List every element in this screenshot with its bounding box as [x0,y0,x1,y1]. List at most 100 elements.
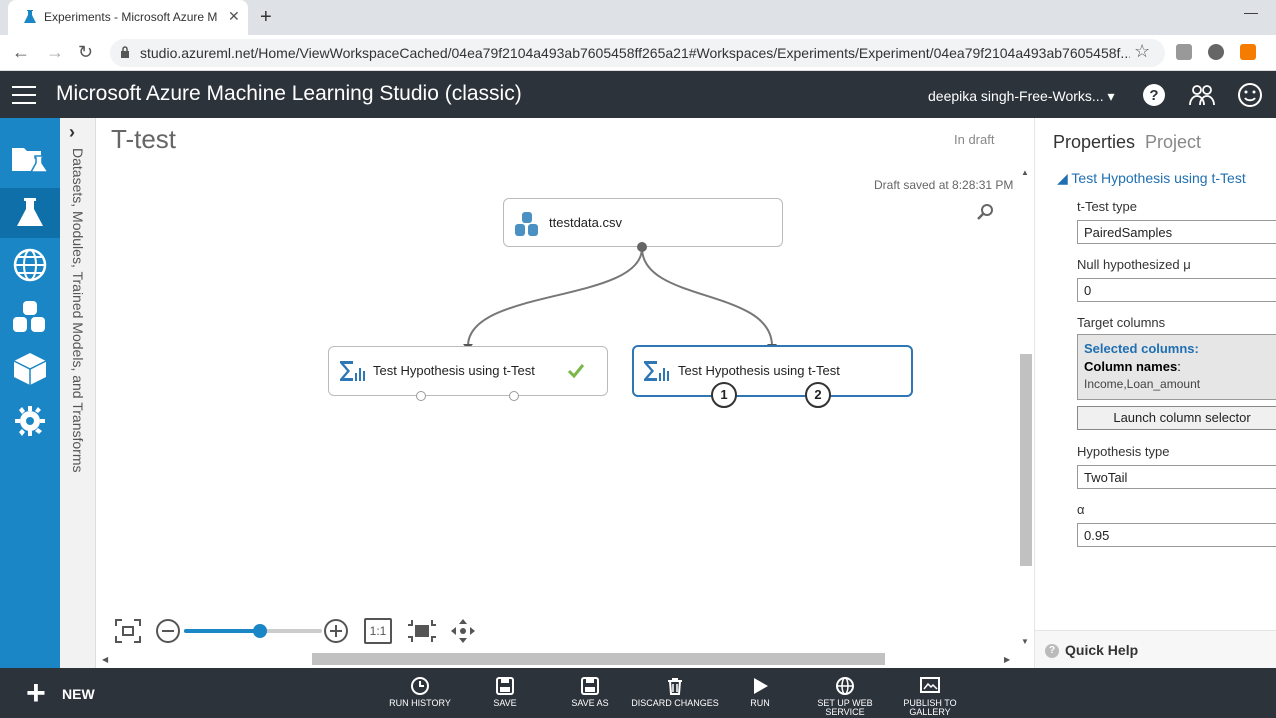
command-label: DISCARD CHANGES [631,698,719,708]
zoom-slider-thumb[interactable] [252,624,267,638]
url-text: studio.azureml.net/Home/ViewWorkspaceCac… [140,45,1130,61]
launch-column-selector-button[interactable]: Launch column selector [1077,406,1276,430]
workspace-selector[interactable]: deepika singh-Free-Works... ▾ [928,88,1115,105]
save-button[interactable]: SAVE [460,676,550,718]
scroll-left-arrow[interactable]: ◀ [102,655,108,664]
command-label: SET UP WEB SERVICE [817,698,873,717]
new-button[interactable]: + NEW [26,676,116,710]
output-port[interactable] [416,391,426,401]
gear-icon [15,406,45,436]
statistics-sigma-icon [340,361,365,381]
zoom-in-icon[interactable] [322,618,350,644]
svg-text:?: ? [1149,87,1158,104]
extension-icon[interactable] [1240,44,1256,60]
quick-help-bar[interactable]: ? Quick Help [1035,630,1276,668]
community-icon[interactable] [1188,81,1216,109]
column-names-value: Income,Loan_amount [1084,377,1201,391]
forward-arrow-icon[interactable]: → [46,42,64,63]
run-button[interactable]: RUN [715,676,805,718]
ttest-module-selected[interactable]: Test Hypothesis using t-Test [632,345,913,397]
section-header[interactable]: ◢ Test Hypothesis using t-Test [1057,170,1246,187]
experiment-canvas[interactable]: T-test In draft Draft saved at 8:28:31 P… [96,118,1034,668]
url-field[interactable]: studio.azureml.net/Home/ViewWorkspaceCac… [110,39,1165,67]
actual-size-button[interactable]: 1:1 [364,618,392,644]
hypothesis-type-select[interactable]: TwoTail [1077,465,1276,489]
alpha-label: α [1077,502,1085,517]
zoom-out-icon[interactable] [154,618,182,644]
chevron-right-icon[interactable]: › [69,122,75,143]
fit-to-screen-icon[interactable] [114,618,142,644]
set-up-web-service-button[interactable]: SET UP WEB SERVICE [800,676,890,718]
discard-changes-button[interactable]: DISCARD CHANGES [630,676,720,718]
module-label: Test Hypothesis using t-Test [678,363,840,378]
extension-icon[interactable] [1176,44,1192,60]
lock-icon [121,46,129,58]
bookmark-star-icon[interactable]: ☆ [1134,41,1150,62]
close-icon[interactable]: ✕ [228,8,240,25]
help-circle-icon: ? [1045,644,1059,658]
command-label: PUBLISH TO GALLERY [903,698,957,717]
back-arrow-icon[interactable]: ← [12,42,30,63]
target-columns-label: Target columns [1077,315,1166,330]
address-bar: ← → ↻ studio.azureml.net/Home/ViewWorksp… [0,35,1276,71]
section-title: Test Hypothesis using t-Test [1071,170,1246,186]
publish-to-gallery-button[interactable]: PUBLISH TO GALLERY [885,676,975,718]
menu-icon[interactable] [12,86,36,104]
nav-settings[interactable] [0,396,60,446]
selected-columns-box: Selected columns: Column names: Income,L… [1077,334,1276,400]
statistics-sigma-icon [644,361,669,381]
ttest-type-select[interactable]: PairedSamples [1077,220,1276,244]
tab-project[interactable]: Project [1145,132,1201,153]
command-label: SAVE AS [571,698,609,708]
properties-panel: Properties Project ◢ Test Hypothesis usi… [1034,118,1276,668]
run-history-button[interactable]: RUN HISTORY [375,676,465,718]
nav-experiments[interactable] [0,188,60,238]
collapse-triangle-icon: ◢ [1057,170,1072,186]
browser-tab[interactable]: Experiments - Microsoft Azure M ✕ [8,0,248,35]
output-port-2[interactable]: 2 [805,382,831,408]
reload-icon[interactable]: ↻ [78,42,93,63]
nav-projects[interactable] [0,134,60,184]
scroll-down-arrow[interactable]: ▼ [1021,637,1029,646]
horizontal-scrollbar[interactable] [312,653,885,665]
output-port-1[interactable]: 1 [711,382,737,408]
tab-title: Experiments - Microsoft Azure M [44,10,218,24]
pan-icon[interactable] [449,618,477,644]
nav-datasets[interactable] [0,292,60,342]
tab-properties[interactable]: Properties [1053,132,1135,153]
extension-icon[interactable] [1208,44,1224,60]
alpha-input[interactable]: 0.95 [1077,523,1276,547]
module-palette-collapsed[interactable]: › Datasets, Modules, Trained Models, and… [60,118,96,668]
fit-selection-icon[interactable] [408,618,436,644]
zoom-slider[interactable] [184,624,322,638]
null-mu-input[interactable]: 0 [1077,278,1276,302]
feedback-smiley-icon[interactable] [1236,81,1264,109]
output-port[interactable] [637,242,647,252]
command-label: RUN HISTORY [389,698,451,708]
null-mu-label: Null hypothesized μ [1077,257,1191,272]
datasets-icon [13,301,45,332]
quick-help-label: Quick Help [1065,642,1139,658]
folder-flask-icon [12,148,49,173]
flask-icon [24,10,36,23]
vertical-scrollbar[interactable] [1020,354,1032,566]
save-icon [496,677,514,695]
dataset-module[interactable]: ttestdata.csv [503,198,783,247]
scroll-right-arrow[interactable]: ▶ [1004,655,1010,664]
dataset-icon [515,212,538,236]
selected-columns-heading: Selected columns: [1084,341,1199,356]
hypothesis-type-label: Hypothesis type [1077,444,1170,459]
help-icon[interactable]: ? [1140,81,1168,109]
check-icon [567,364,585,379]
nav-trained-models[interactable] [0,344,60,394]
minimize-button[interactable]: — [1244,4,1258,20]
left-nav [0,118,60,668]
nav-web-services[interactable] [0,240,60,290]
ttest-module[interactable]: Test Hypothesis using t-Test [328,346,608,396]
new-tab-button[interactable]: + [260,6,272,29]
gallery-icon [920,677,940,693]
scroll-up-arrow[interactable]: ▲ [1021,168,1029,177]
clock-icon [411,677,429,695]
save-as-button[interactable]: SAVE AS [545,676,635,718]
output-port[interactable] [509,391,519,401]
